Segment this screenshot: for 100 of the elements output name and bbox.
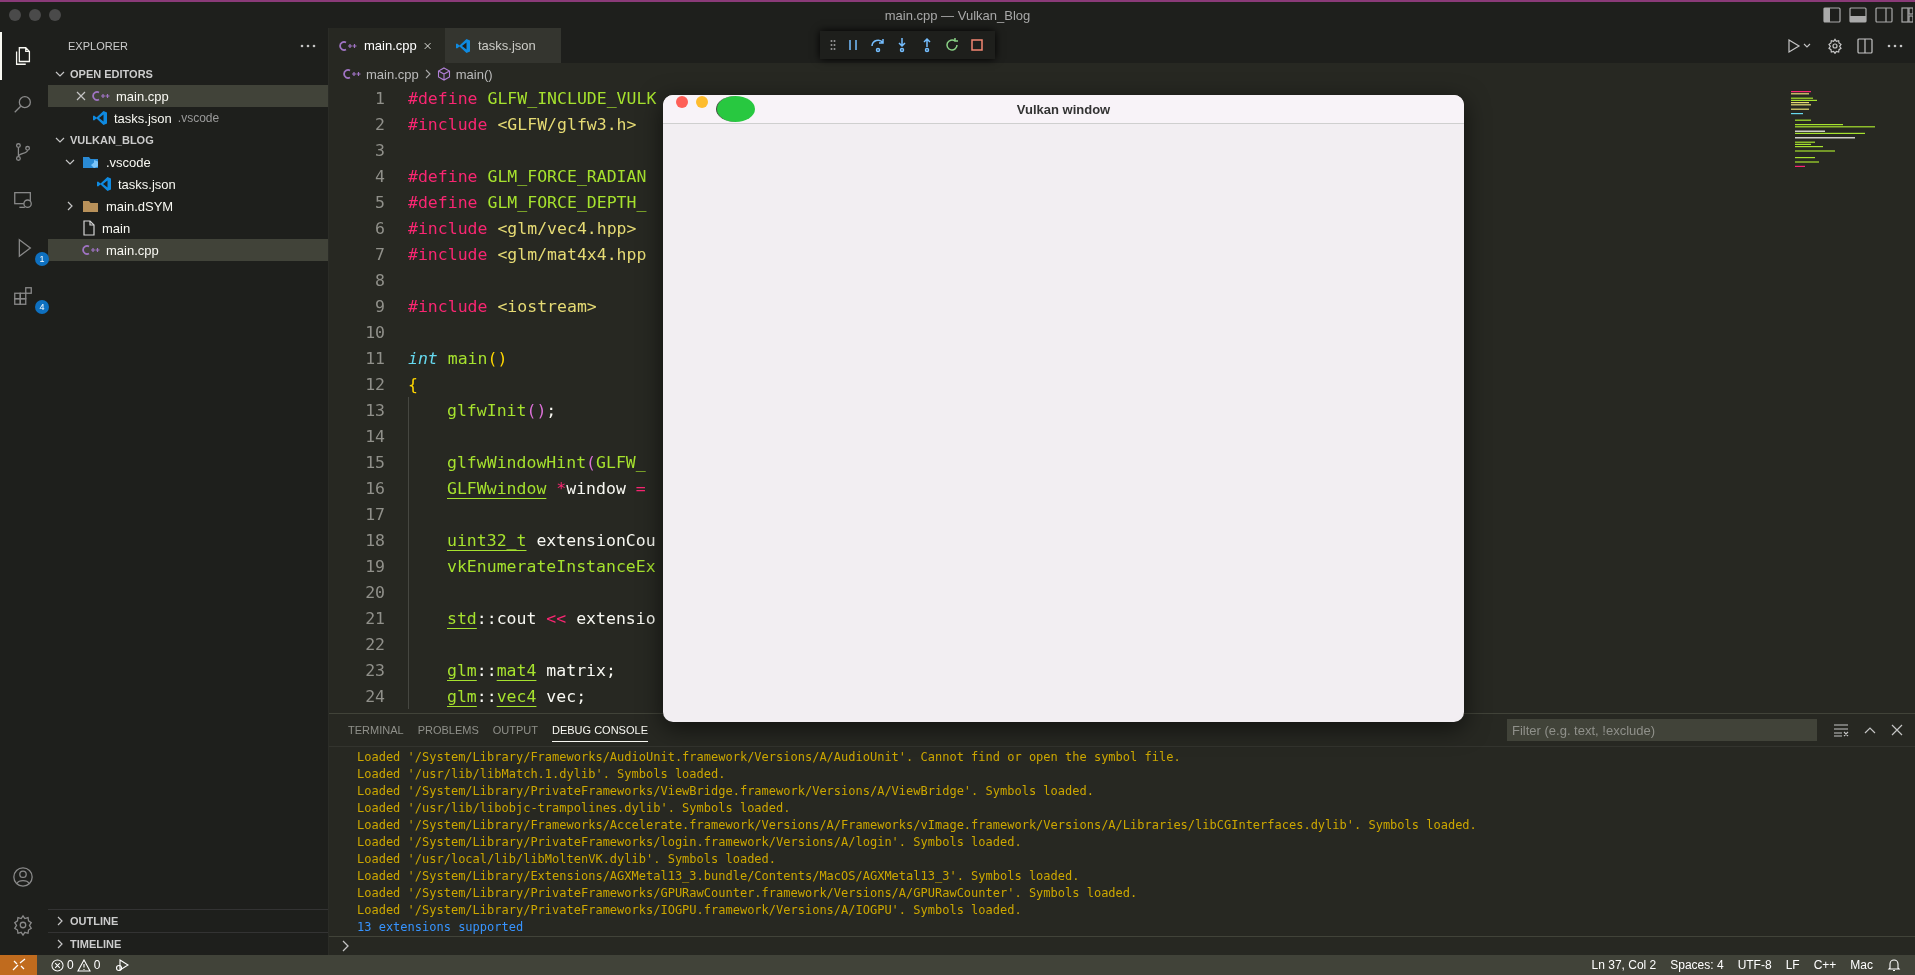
tree-item[interactable]: tasks.json: [48, 173, 328, 195]
zoom-button[interactable]: [716, 96, 755, 122]
panel-tab[interactable]: DEBUG CONSOLE: [552, 718, 648, 742]
code-line: {: [408, 374, 418, 394]
drag-handle-icon[interactable]: [830, 39, 837, 51]
vscode-file-icon: [96, 176, 112, 192]
line-number: 20: [364, 582, 385, 602]
error-icon: [51, 958, 64, 972]
breadcrumb-item[interactable]: main.cpp: [343, 66, 419, 82]
section-title: TIMELINE: [70, 938, 122, 950]
cpp-file-icon: [343, 68, 361, 80]
window-title: Vulkan window: [1016, 101, 1111, 117]
console-line: Loaded '/System/Library/PrivateFrameworks/IOGPU.framework/Versions/A/IOGPU'. Symbols loaded.: [357, 902, 1023, 919]
count-badge: 1: [35, 252, 49, 266]
tab-label: main.cpp: [364, 38, 417, 53]
panel-tab[interactable]: PROBLEMS: [417, 718, 479, 742]
filter-field[interactable]: Filter (e.g. text, !exclude): [1507, 719, 1817, 741]
code-line: #define GLFW_INCLUDE_VULK: [408, 88, 657, 108]
section-header[interactable]: VULKAN_BLOG: [48, 129, 328, 151]
section-header[interactable]: OPEN EDITORS: [48, 63, 328, 85]
status-item[interactable]: Ln 37, Col 2: [1591, 958, 1657, 972]
problems-status[interactable]: 0 0: [51, 958, 101, 972]
section-header[interactable]: OUTLINE: [48, 909, 328, 932]
close-icon[interactable]: [1891, 724, 1903, 736]
editor-tab[interactable]: tasks.json: [445, 28, 561, 63]
cpp-file-icon: [82, 244, 100, 256]
console-line: Loaded '/usr/lib/libMatch.1.dylib'. Symbols loaded.: [357, 766, 727, 783]
remote-button[interactable]: [0, 955, 37, 975]
tree-item[interactable]: main.dSYM: [48, 195, 328, 217]
layout-icon[interactable]: [1901, 7, 1913, 23]
breadcrumb-label: main(): [455, 66, 493, 82]
close-icon[interactable]: [423, 40, 431, 51]
folder-icon: [82, 198, 100, 214]
chevron-right-icon[interactable]: [341, 940, 351, 952]
file-name: tasks.json: [114, 110, 172, 126]
status-item[interactable]: Spaces: 4: [1670, 958, 1724, 972]
code-line: #include <iostream>: [408, 296, 597, 316]
clear-console-icon[interactable]: [1833, 723, 1849, 737]
line-number: 24: [364, 686, 385, 706]
breadcrumb-item[interactable]: main(): [436, 66, 493, 82]
console-line: Loaded '/System/Library/Frameworks/Accelerate.framework/Versions/A/Frameworks/vImage.framework/Versions/A/Libraries/libCGInterfaces.dylib'. Symbols loaded.: [357, 817, 1478, 834]
restart-icon[interactable]: [943, 37, 960, 53]
stop-icon[interactable]: [968, 37, 985, 53]
secondary-sidebar-icon[interactable]: [1875, 7, 1893, 23]
sidebar-toggle-icon[interactable]: [1823, 7, 1841, 23]
tree-item[interactable]: main.cpp: [48, 239, 328, 261]
section-title: VULKAN_BLOG: [70, 134, 154, 146]
search-icon[interactable]: [12, 93, 34, 115]
panel-tab[interactable]: OUTPUT: [492, 718, 538, 742]
more-icon[interactable]: [1887, 43, 1903, 48]
chevron-right-icon: [423, 69, 432, 79]
status-item[interactable]: LF: [1785, 958, 1800, 972]
console-line: 13 extensions supported: [357, 919, 525, 936]
section-title: OUTLINE: [70, 915, 119, 927]
bell-icon[interactable]: [1887, 958, 1901, 972]
extensions-icon[interactable]: [12, 285, 34, 307]
folder-icon: [82, 154, 100, 170]
console-line: Loaded '/System/Library/PrivateFrameworks/ViewBridge.framework/Versions/A/ViewBridge'. Symbols loaded.: [357, 783, 1095, 800]
code-line: int main(): [408, 348, 508, 368]
line-number: 10: [364, 322, 385, 342]
window-title: main.cpp — Vulkan_Blog: [884, 7, 1031, 23]
section-title: OPEN EDITORS: [70, 68, 153, 80]
line-number: 23: [364, 660, 385, 680]
run-icon[interactable]: [1787, 37, 1813, 54]
panel-tab[interactable]: TERMINAL: [348, 718, 404, 742]
status-item[interactable]: UTF-8: [1737, 958, 1772, 972]
vscode-file-icon: [455, 37, 471, 54]
panel-toggle-icon[interactable]: [1849, 7, 1867, 23]
line-number: 22: [364, 634, 385, 654]
settings-icon[interactable]: [12, 914, 34, 936]
status-item[interactable]: Mac: [1850, 958, 1873, 972]
code-line: glfwInit();: [447, 400, 557, 420]
more-icon[interactable]: [300, 43, 316, 48]
status-item[interactable]: C++: [1813, 958, 1837, 972]
code-line: glm::mat4 matrix;: [447, 660, 616, 680]
close-button[interactable]: [676, 96, 688, 108]
file-name: main.cpp: [116, 88, 169, 104]
step-over-icon[interactable]: [869, 37, 886, 53]
editor-tab[interactable]: main.cpp: [329, 28, 445, 63]
line-number: 21: [364, 608, 385, 628]
chevron-up-icon[interactable]: [1863, 725, 1877, 735]
account-icon[interactable]: [12, 866, 34, 888]
file-icon: [82, 220, 96, 236]
remote-icon[interactable]: [12, 189, 34, 211]
split-editor-icon[interactable]: [1857, 37, 1873, 54]
code-line: #include <glm/vec4.hpp>: [408, 218, 637, 238]
tree-item[interactable]: .vscode: [48, 151, 328, 173]
close-icon[interactable]: [76, 91, 86, 101]
debug-icon[interactable]: [114, 958, 131, 972]
line-number: 15: [364, 452, 385, 472]
code-line: GLFWwindow *window =: [447, 478, 646, 498]
console-line: Loaded '/System/Library/PrivateFrameworks/login.framework/Versions/A/login'. Symbols loaded.: [357, 834, 1023, 851]
folder-description: .vscode: [177, 111, 220, 125]
settings-icon[interactable]: [1827, 37, 1843, 54]
file-name: tasks.json: [118, 176, 176, 192]
open-editor-item[interactable]: main.cpp: [48, 85, 328, 107]
console-line: Loaded '/usr/local/lib/libMoltenVK.dylib'. Symbols loaded.: [357, 851, 778, 868]
tree-item[interactable]: main: [48, 217, 328, 239]
code-line: vkEnumerateInstanceEx: [447, 556, 656, 576]
remote-icon: [10, 958, 27, 972]
